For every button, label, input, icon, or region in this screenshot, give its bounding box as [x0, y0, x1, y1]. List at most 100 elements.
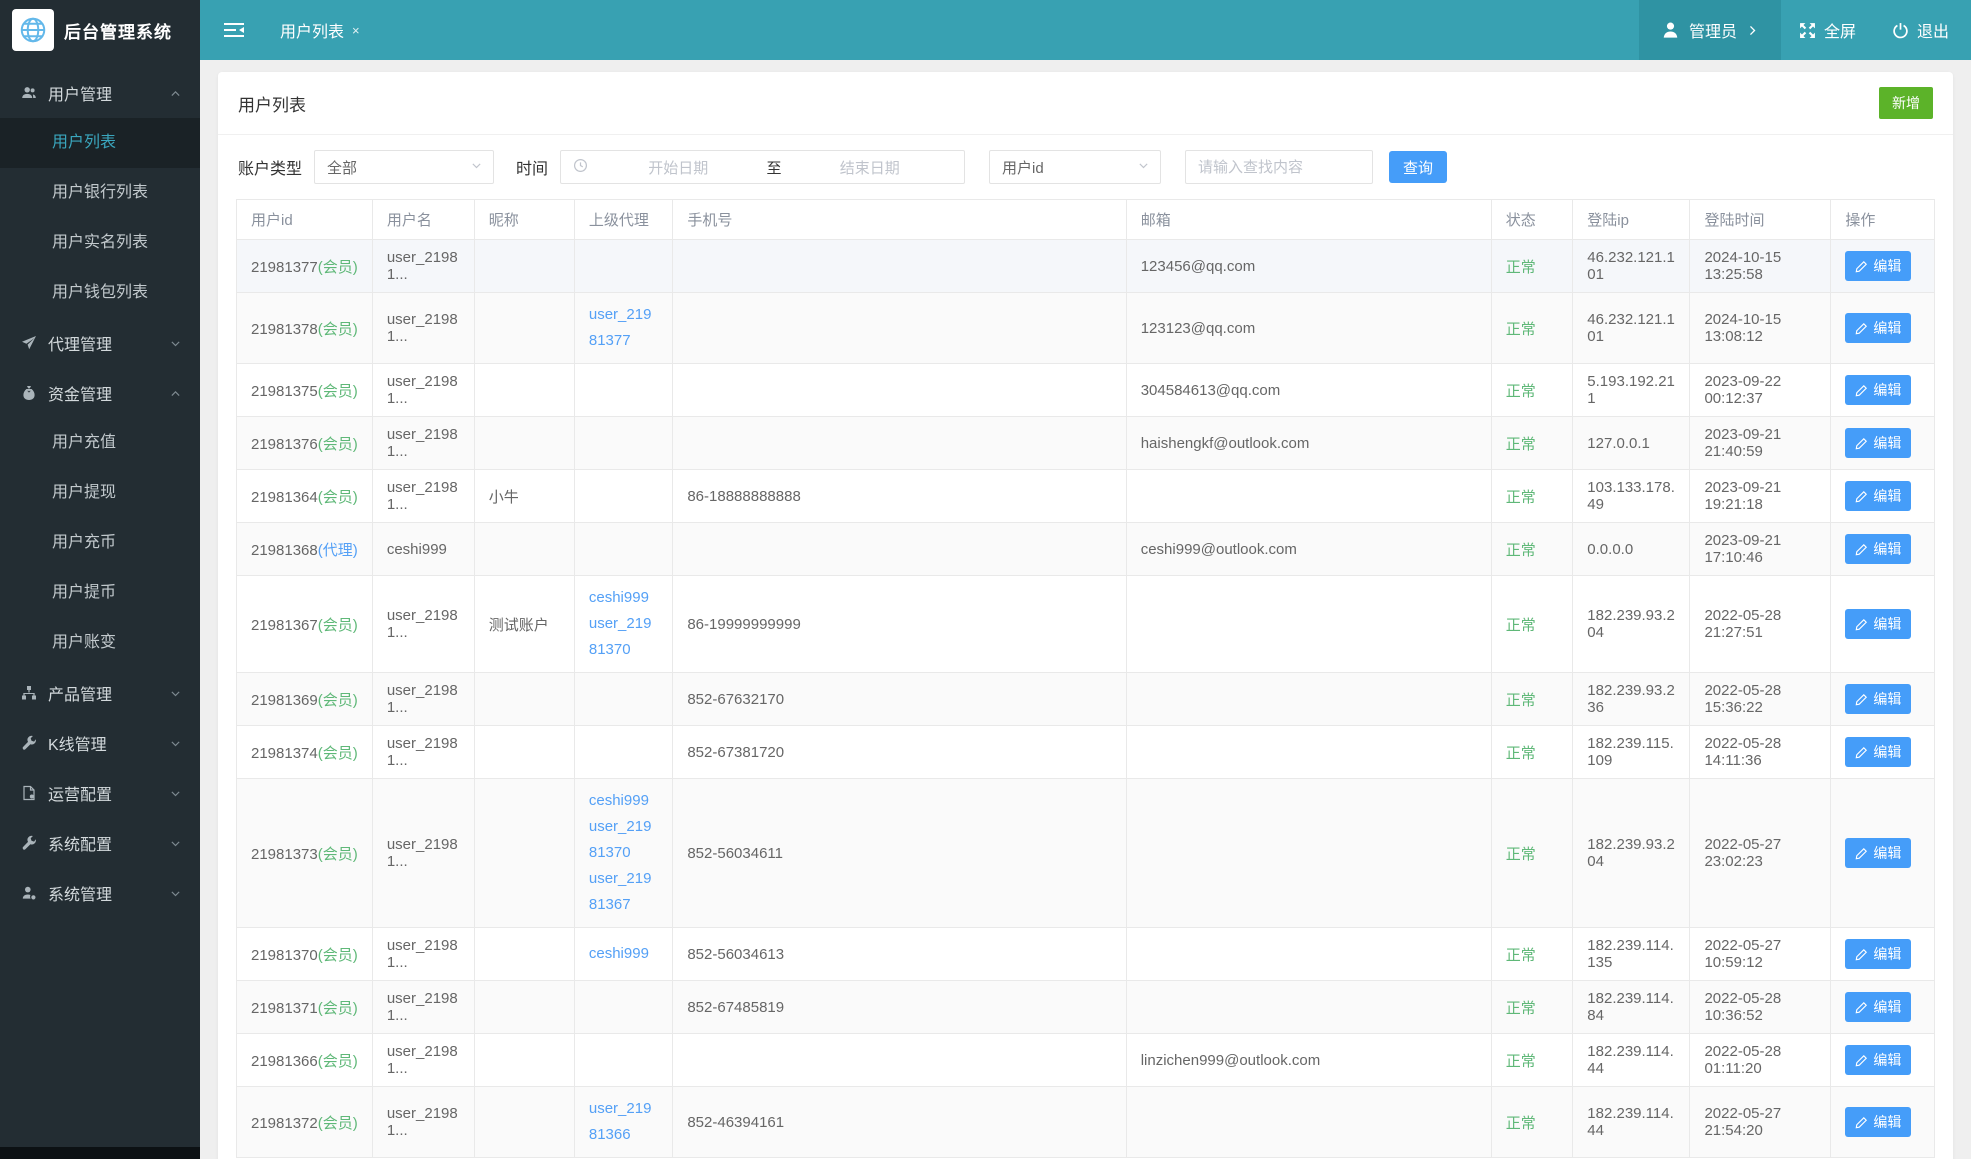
- table-header-row: 用户id 用户名 昵称 上级代理 手机号 邮箱 状态 登陆ip 登陆时间 操作: [236, 199, 1935, 240]
- tab-close-icon[interactable]: ×: [352, 23, 360, 38]
- cell-email: [1125, 980, 1492, 1034]
- sidebar-subitem[interactable]: 用户充值: [0, 418, 200, 468]
- cell-actions: 编辑: [1830, 1033, 1935, 1087]
- end-date-placeholder[interactable]: 结束日期: [788, 157, 953, 178]
- sidebar-subitem[interactable]: 用户钱包列表: [0, 268, 200, 318]
- sidebar-item-3[interactable]: 资金管理: [0, 368, 200, 418]
- sidebar-subitem[interactable]: 用户账变: [0, 618, 200, 668]
- start-date-placeholder[interactable]: 开始日期: [596, 157, 761, 178]
- edit-button[interactable]: 编辑: [1845, 428, 1912, 458]
- sidebar-item-6[interactable]: 运营配置: [0, 768, 200, 818]
- sidebar-item-5[interactable]: K线管理: [0, 718, 200, 768]
- agent-link[interactable]: ceshi999: [589, 941, 658, 967]
- agent-link[interactable]: user_21981366: [589, 1096, 658, 1148]
- status-badge: 正常: [1505, 382, 1536, 400]
- sidebar-subitem[interactable]: 用户充币: [0, 518, 200, 568]
- agent-link[interactable]: user_21981370: [589, 611, 658, 663]
- cell-user-id: 21981376(会员): [236, 416, 373, 470]
- sidebar-item-label: 系统配置: [48, 837, 113, 854]
- edit-button[interactable]: 编辑: [1845, 1107, 1912, 1137]
- cell-status: 正常: [1490, 469, 1574, 523]
- sidebar: 后台管理系统 用户管理 用户列表 用户银行列表 用户实名列表 用户钱包列表代理管理资金管…: [0, 0, 200, 1159]
- tab-label: 用户列表: [280, 24, 345, 41]
- cell-login-time: 2022-05-27 10:59:12: [1689, 927, 1832, 981]
- edit-button[interactable]: 编辑: [1845, 992, 1912, 1022]
- status-badge: 正常: [1505, 258, 1536, 276]
- sidebar-subitem[interactable]: 用户提现: [0, 468, 200, 518]
- cell-parent-agents: user_21981377: [573, 292, 674, 364]
- logout-label: 退出: [1916, 24, 1949, 41]
- edit-button[interactable]: 编辑: [1845, 534, 1912, 564]
- edit-button[interactable]: 编辑: [1845, 1045, 1912, 1075]
- file-gear-icon: [20, 785, 38, 801]
- cell-nickname: 小牛: [473, 469, 575, 523]
- sidebar-subitem[interactable]: 用户实名列表: [0, 218, 200, 268]
- query-button[interactable]: 查询: [1389, 151, 1448, 183]
- cell-actions: 编辑: [1830, 778, 1935, 928]
- cell-email: [1125, 672, 1492, 726]
- pencil-icon: [1855, 746, 1868, 759]
- cell-login-time: 2022-05-28 14:11:36: [1689, 725, 1832, 779]
- edit-button[interactable]: 编辑: [1845, 251, 1912, 281]
- cell-parent-agents: ceshi999: [573, 927, 674, 981]
- sidebar-item-4[interactable]: 产品管理: [0, 668, 200, 718]
- sidebar-item-label: 代理管理: [48, 337, 113, 354]
- table-row: 21981371(会员) user_21981... 852-67485819 正常 1…: [236, 980, 1935, 1034]
- agent-link[interactable]: ceshi999: [589, 788, 658, 814]
- edit-button[interactable]: 编辑: [1845, 313, 1912, 343]
- edit-button[interactable]: 编辑: [1845, 375, 1912, 405]
- table-row: 21981377(会员) user_21981... 123456@qq.com 正常…: [236, 239, 1935, 293]
- edit-button[interactable]: 编辑: [1845, 737, 1912, 767]
- column-header: 操作: [1830, 199, 1935, 240]
- clock-icon: [573, 158, 588, 177]
- cell-email: 123456@qq.com: [1125, 239, 1492, 293]
- edit-button[interactable]: 编辑: [1845, 684, 1912, 714]
- user-type-badge: (会员): [317, 691, 358, 709]
- fullscreen-button[interactable]: 全屏: [1781, 0, 1874, 60]
- sidebar-subitem[interactable]: 用户银行列表: [0, 168, 200, 218]
- edit-button-label: 编辑: [1873, 999, 1902, 1015]
- table-row: 21981366(会员) user_21981... linzichen999@ou…: [236, 1033, 1935, 1087]
- sidebar-item-2[interactable]: 代理管理: [0, 318, 200, 368]
- app-logo[interactable]: 后台管理系统: [0, 0, 200, 60]
- agent-link[interactable]: user_21981377: [589, 302, 658, 354]
- cell-login-ip: 46.232.121.101: [1572, 239, 1691, 293]
- pencil-icon: [1855, 1116, 1868, 1129]
- add-user-button[interactable]: 新增: [1879, 87, 1933, 119]
- tab-user-list[interactable]: 用户列表 ×: [264, 0, 376, 60]
- agent-link[interactable]: user_21981370: [589, 814, 658, 866]
- cell-username: user_21981...: [371, 927, 475, 981]
- agent-link[interactable]: ceshi999: [589, 585, 658, 611]
- edit-button[interactable]: 编辑: [1845, 609, 1912, 639]
- sidebar-subitem[interactable]: 用户提币: [0, 568, 200, 618]
- user-gear-icon: [20, 885, 38, 901]
- sidebar-item-7[interactable]: 系统配置: [0, 818, 200, 868]
- account-type-select[interactable]: 全部: [314, 150, 495, 184]
- search-input[interactable]: [1185, 150, 1374, 184]
- edit-button[interactable]: 编辑: [1845, 939, 1912, 969]
- cell-login-ip: 182.239.114.135: [1572, 927, 1691, 981]
- cell-username: user_21981...: [371, 778, 475, 928]
- pencil-icon: [1855, 543, 1868, 556]
- cell-status: 正常: [1490, 522, 1574, 576]
- sidebar-subitem[interactable]: 用户列表: [0, 118, 200, 168]
- cell-username: user_21981...: [371, 672, 475, 726]
- sidebar-toggle-button[interactable]: [200, 0, 264, 60]
- column-header: 手机号: [672, 199, 1127, 240]
- sidebar-item-8[interactable]: 系统管理: [0, 868, 200, 918]
- user-type-badge: (会员): [317, 258, 358, 276]
- cell-login-ip: 46.232.121.101: [1572, 292, 1691, 364]
- search-field-select[interactable]: 用户id: [989, 150, 1162, 184]
- cell-username: user_21981...: [371, 1086, 475, 1158]
- edit-button[interactable]: 编辑: [1845, 481, 1912, 511]
- sidebar-item-1[interactable]: 用户管理: [0, 68, 200, 118]
- agent-link[interactable]: user_21981367: [589, 866, 658, 918]
- cell-username: ceshi999: [371, 522, 475, 576]
- logout-button[interactable]: 退出: [1874, 0, 1971, 60]
- table-row: 21981374(会员) user_21981... 852-67381720 正常 1…: [236, 725, 1935, 779]
- date-range-input[interactable]: 开始日期 至 结束日期: [560, 150, 966, 184]
- admin-menu[interactable]: 管理员: [1638, 0, 1781, 60]
- chevron-down-icon: [166, 887, 184, 900]
- edit-button[interactable]: 编辑: [1845, 838, 1912, 868]
- cell-status: 正常: [1490, 239, 1574, 293]
